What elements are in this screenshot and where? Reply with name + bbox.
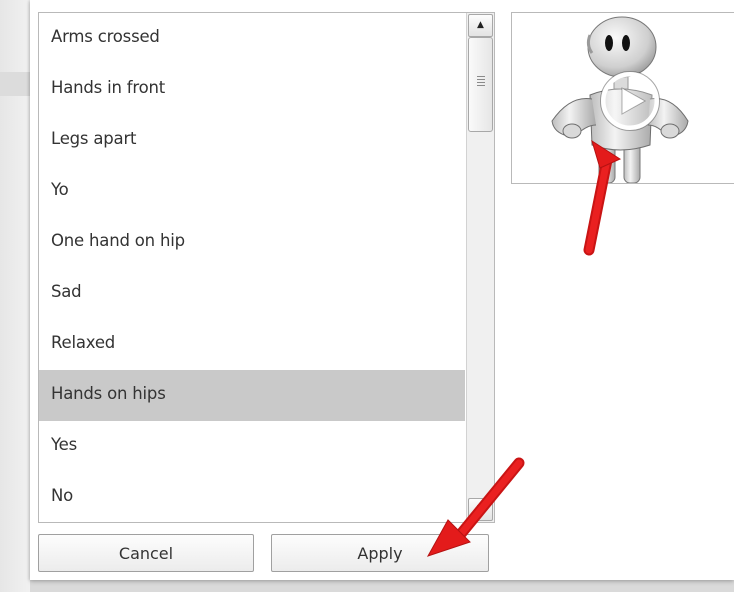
list-item-hands-in-front[interactable]: Hands in front — [39, 64, 465, 115]
triangle-up-icon: ▲ — [477, 20, 484, 30]
grip-icon — [477, 76, 485, 86]
scroll-up-button[interactable]: ▲ — [468, 14, 493, 37]
background-left-strip — [0, 0, 30, 592]
scroll-thumb[interactable] — [468, 37, 493, 132]
play-icon[interactable] — [600, 71, 660, 131]
triangle-down-icon: ▼ — [477, 504, 484, 514]
background-tab-mark — [0, 72, 30, 96]
expression-list: Arms crossed Hands in front Legs apart Y… — [39, 13, 465, 522]
list-item-legs-apart[interactable]: Legs apart — [39, 115, 465, 166]
list-item-arms-crossed[interactable]: Arms crossed — [39, 13, 465, 64]
apply-button[interactable]: Apply — [271, 534, 489, 572]
list-item-yes[interactable]: Yes — [39, 421, 465, 472]
list-item-hands-on-hips[interactable]: Hands on hips — [39, 370, 465, 421]
cancel-button[interactable]: Cancel — [38, 534, 254, 572]
background-bottom-strip — [30, 580, 734, 592]
list-item-no[interactable]: No — [39, 472, 465, 522]
list-item-relaxed[interactable]: Relaxed — [39, 319, 465, 370]
list-item-yo[interactable]: Yo — [39, 166, 465, 217]
scroll-down-button[interactable]: ▼ — [468, 498, 493, 521]
expression-listbox: Arms crossed Hands in front Legs apart Y… — [38, 12, 495, 523]
list-item-one-hand-on-hip[interactable]: One hand on hip — [39, 217, 465, 268]
list-item-sad[interactable]: Sad — [39, 268, 465, 319]
expression-picker-dialog: Arms crossed Hands in front Legs apart Y… — [30, 0, 734, 580]
expression-preview — [511, 12, 734, 184]
robot-character-image — [551, 16, 689, 183]
list-scrollbar[interactable]: ▲ ▼ — [466, 13, 494, 522]
